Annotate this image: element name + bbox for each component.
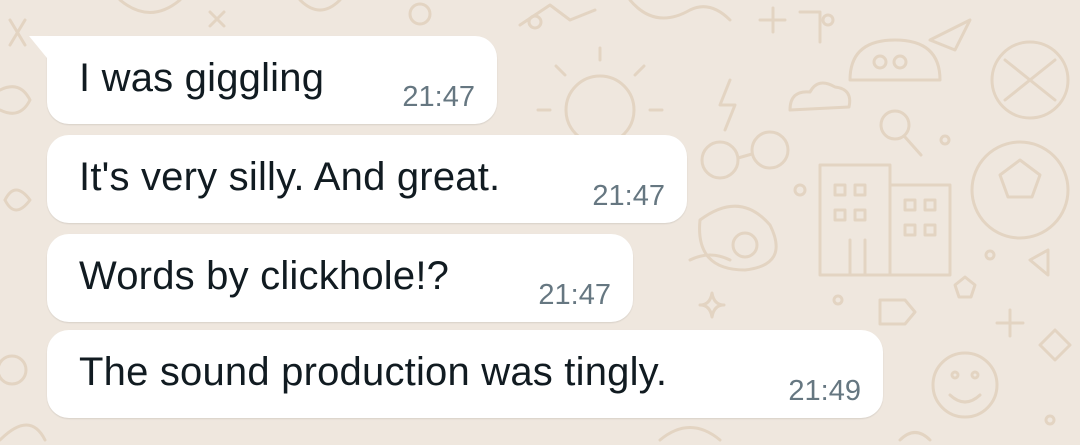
- message-timestamp: 21:49: [788, 375, 861, 407]
- message-text: I was giggling: [79, 56, 325, 100]
- message-timestamp: 21:47: [402, 81, 475, 113]
- message-text: Words by clickhole!?: [79, 254, 450, 298]
- message-bubble[interactable]: It's very silly. And great. 21:47: [47, 135, 687, 223]
- message-timestamp: 21:47: [538, 279, 611, 311]
- message-bubble[interactable]: The sound production was tingly. 21:49: [47, 330, 883, 418]
- bubble-tail: [29, 36, 47, 58]
- message-bubble[interactable]: I was giggling 21:47: [29, 36, 497, 124]
- chat-message-list: I was giggling 21:47 It's very silly. An…: [0, 0, 1080, 445]
- message-timestamp: 21:47: [592, 180, 665, 212]
- message-bubble[interactable]: Words by clickhole!? 21:47: [47, 234, 633, 322]
- message-text: It's very silly. And great.: [79, 155, 501, 199]
- message-text: The sound production was tingly.: [79, 350, 668, 394]
